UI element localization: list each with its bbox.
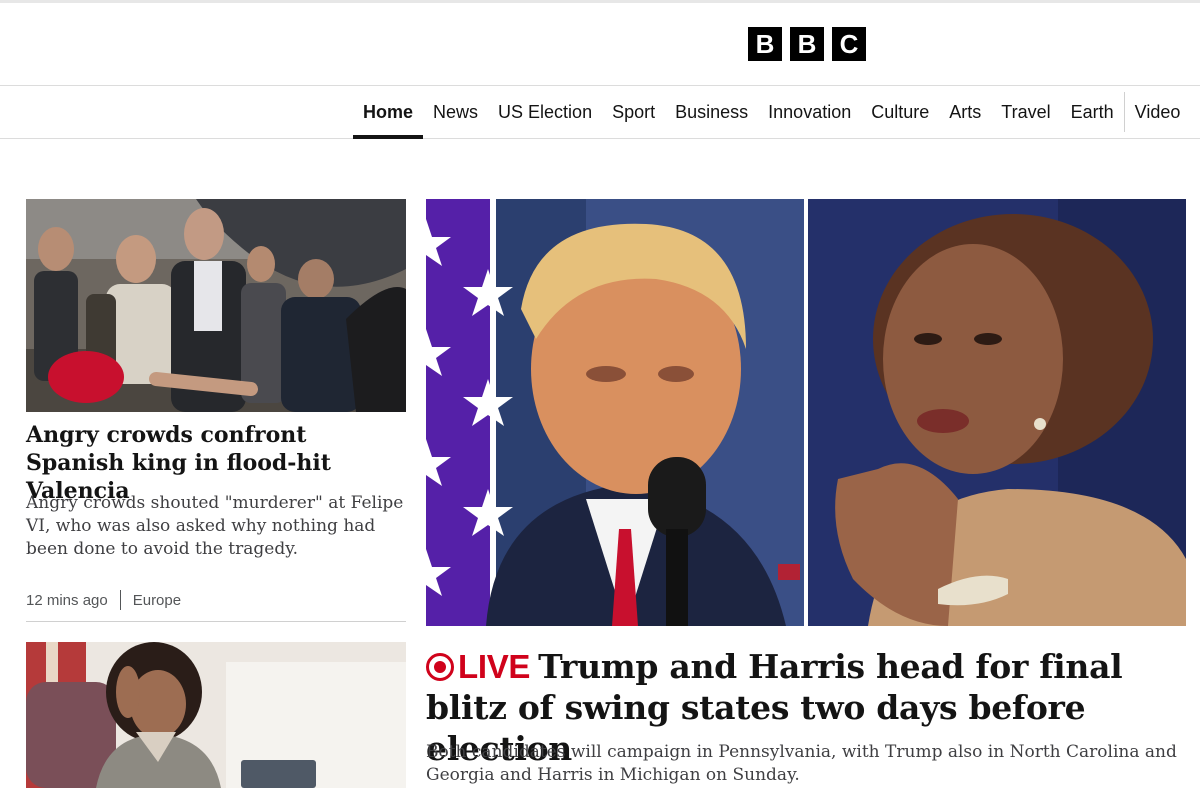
meta-separator	[119, 590, 121, 610]
nav-item-sport[interactable]: Sport	[602, 86, 665, 138]
nav-item-earth[interactable]: Earth	[1061, 86, 1124, 138]
nav-item-innovation[interactable]: Innovation	[758, 86, 861, 138]
story-category-link[interactable]: Europe	[133, 592, 181, 609]
bbc-logo[interactable]: B B C	[748, 27, 866, 61]
nav-item-business[interactable]: Business	[665, 86, 758, 138]
nav-item-culture[interactable]: Culture	[861, 86, 939, 138]
valencia-crowd-image[interactable]	[26, 199, 406, 412]
main-navigation: Home News US Election Sport Business Inn…	[0, 85, 1200, 139]
valencia-crowd-photo	[26, 199, 406, 412]
harris-photo	[808, 199, 1186, 626]
main-story-summary: Both candidates will campaign in Pennsyl…	[426, 742, 1177, 785]
logo-letter-b2: B	[790, 27, 824, 61]
live-label: LIVE	[458, 648, 531, 685]
live-icon	[426, 653, 454, 681]
trump-image[interactable]	[426, 199, 804, 626]
nav-item-travel[interactable]: Travel	[991, 86, 1060, 138]
top-border	[0, 0, 1200, 3]
story-summary-valencia: Angry crowds shouted "murderer" at Felip…	[26, 493, 404, 559]
nav-item-news[interactable]: News	[423, 86, 488, 138]
nav-item-video[interactable]: Video	[1125, 86, 1191, 138]
logo-letter-c: C	[832, 27, 866, 61]
logo-letter-b1: B	[748, 27, 782, 61]
nav-item-us-election[interactable]: US Election	[488, 86, 602, 138]
harris-portrait-image[interactable]	[26, 642, 406, 788]
harris-image[interactable]	[808, 199, 1186, 626]
story-divider	[26, 621, 406, 622]
nav-list: Home News US Election Sport Business Inn…	[353, 86, 1191, 139]
story-meta: 12 mins ago Europe	[26, 590, 181, 610]
nav-item-home[interactable]: Home	[353, 86, 424, 139]
trump-photo	[426, 199, 804, 626]
story-timestamp: 12 mins ago	[26, 591, 108, 609]
harris-portrait-photo	[26, 642, 406, 788]
nav-item-arts[interactable]: Arts	[939, 86, 991, 138]
